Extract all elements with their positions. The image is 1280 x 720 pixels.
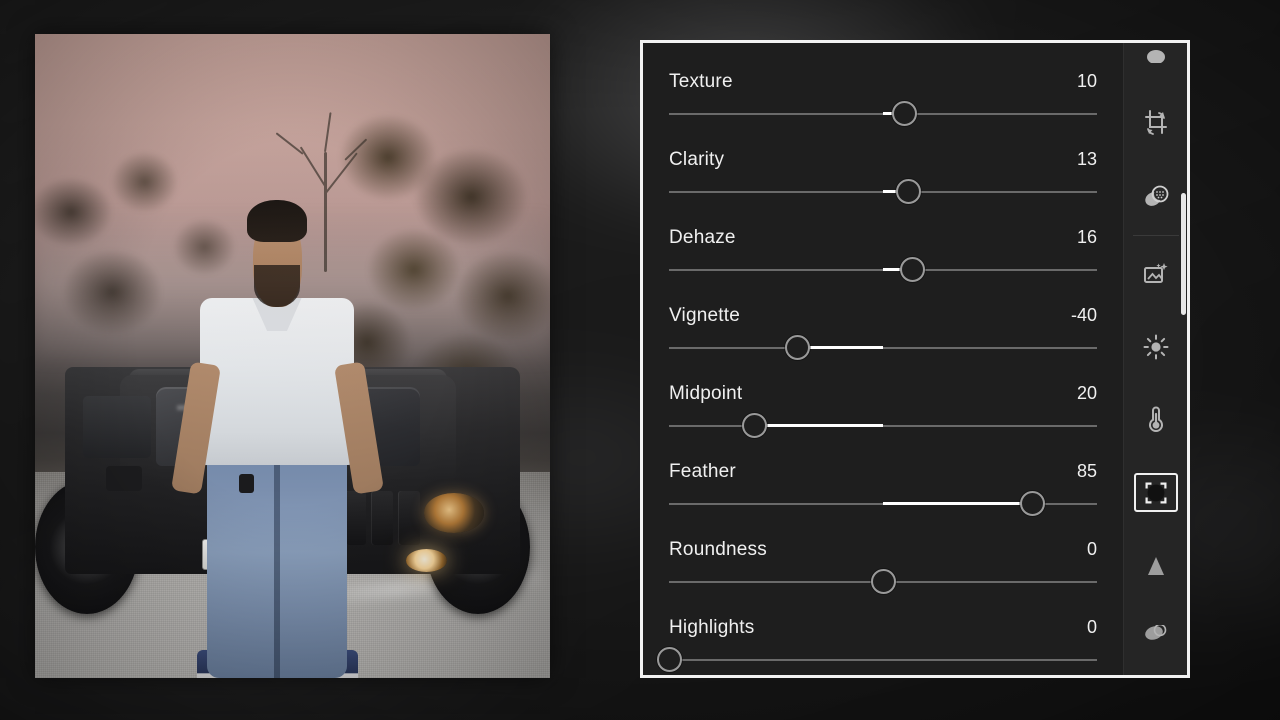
hair — [247, 200, 307, 243]
slider-label: Roundness — [669, 539, 767, 560]
slider-value[interactable]: -40 — [1061, 305, 1097, 326]
slider-knob[interactable] — [784, 335, 810, 360]
editor-window: PB36K 0087 — [0, 0, 1280, 720]
slider-track-area[interactable] — [669, 411, 1097, 441]
slider-label: Dehaze — [669, 227, 736, 248]
slider-track-area[interactable] — [669, 99, 1097, 129]
photo-image: PB36K 0087 — [35, 34, 550, 678]
slider-track-area[interactable] — [669, 489, 1097, 519]
slider-header: Clarity 13 — [669, 141, 1097, 171]
suv-headlamp — [424, 493, 484, 533]
slider-header: Vignette -40 — [669, 297, 1097, 327]
light-icon[interactable] — [1134, 327, 1178, 366]
slider-fill — [883, 502, 1033, 505]
slider-knob[interactable] — [891, 101, 917, 126]
slider-track-area[interactable] — [669, 255, 1097, 285]
slider-fill — [797, 346, 883, 349]
slider-knob[interactable] — [870, 569, 896, 594]
slider-value[interactable]: 20 — [1061, 383, 1097, 404]
slider-track[interactable] — [669, 659, 1097, 661]
detail-icon[interactable] — [1134, 546, 1178, 585]
slider-row: Texture 10 — [669, 63, 1097, 141]
slider-row: Midpoint 20 — [669, 375, 1097, 453]
slider-track[interactable] — [669, 425, 1097, 427]
slider-value[interactable]: 10 — [1061, 71, 1097, 92]
slider-knob[interactable] — [742, 413, 768, 438]
slider-row: Roundness 0 — [669, 531, 1097, 609]
suv-side-mirror — [105, 466, 143, 492]
slider-header: Midpoint 20 — [669, 375, 1097, 405]
slider-label: Feather — [669, 461, 736, 482]
auto-enhance-icon[interactable] — [1134, 254, 1178, 293]
slider-row: Vignette -40 — [669, 297, 1097, 375]
slider-label: Midpoint — [669, 383, 743, 404]
slider-knob[interactable] — [656, 647, 682, 672]
jeans — [207, 436, 348, 678]
slider-value[interactable]: 0 — [1061, 617, 1097, 638]
presets-icon[interactable] — [1134, 43, 1178, 70]
slider-track-area[interactable] — [669, 333, 1097, 363]
slider-value[interactable]: 0 — [1061, 539, 1097, 560]
slider-value[interactable]: 13 — [1061, 149, 1097, 170]
slider-list: Texture 10 Clarity 13 Dehaze 16 Vignette -40 Mid… — [643, 43, 1123, 675]
slider-track[interactable] — [669, 347, 1097, 349]
slider-label: Highlights — [669, 617, 755, 638]
beard — [254, 265, 300, 308]
polo-shirt — [200, 297, 355, 465]
slider-knob[interactable] — [1020, 491, 1046, 516]
slider-row: Feather 85 — [669, 453, 1097, 531]
slider-value[interactable]: 85 — [1061, 461, 1097, 482]
wristwatch — [238, 473, 255, 493]
slider-header: Feather 85 — [669, 453, 1097, 483]
slider-value[interactable]: 16 — [1061, 227, 1097, 248]
photo-preview[interactable]: PB36K 0087 — [35, 34, 550, 678]
slider-track-area[interactable] — [669, 177, 1097, 207]
slider-header: Highlights 0 — [669, 609, 1097, 639]
person-subject — [170, 200, 384, 678]
slider-track-area[interactable] — [656, 645, 1097, 675]
suv-foglamp — [406, 549, 448, 573]
slider-knob[interactable] — [896, 179, 922, 204]
crop-icon[interactable] — [1134, 104, 1178, 143]
effects-panel: Texture 10 Clarity 13 Dehaze 16 Vignette -40 Mid… — [640, 40, 1190, 678]
rail-divider — [1132, 234, 1179, 236]
slider-row: Dehaze 16 — [669, 219, 1097, 297]
slider-row: Clarity 13 — [669, 141, 1097, 219]
slider-header: Texture 10 — [669, 63, 1097, 93]
suv-side-window — [83, 395, 152, 458]
slider-label: Vignette — [669, 305, 740, 326]
effects-icon[interactable] — [1133, 472, 1178, 513]
tool-rail — [1123, 43, 1187, 675]
healing-icon[interactable] — [1134, 177, 1178, 216]
slider-label: Clarity — [669, 149, 725, 170]
optics-icon[interactable] — [1134, 619, 1178, 658]
slider-header: Roundness 0 — [669, 531, 1097, 561]
slider-fill — [754, 424, 883, 427]
slider-label: Texture — [669, 71, 733, 92]
slider-track-area[interactable] — [669, 567, 1097, 597]
rail-scrollbar-thumb[interactable] — [1181, 193, 1186, 315]
slider-header: Dehaze 16 — [669, 219, 1097, 249]
slider-knob[interactable] — [900, 257, 926, 282]
color-icon[interactable] — [1134, 400, 1178, 439]
slider-row: Highlights 0 — [656, 609, 1097, 675]
